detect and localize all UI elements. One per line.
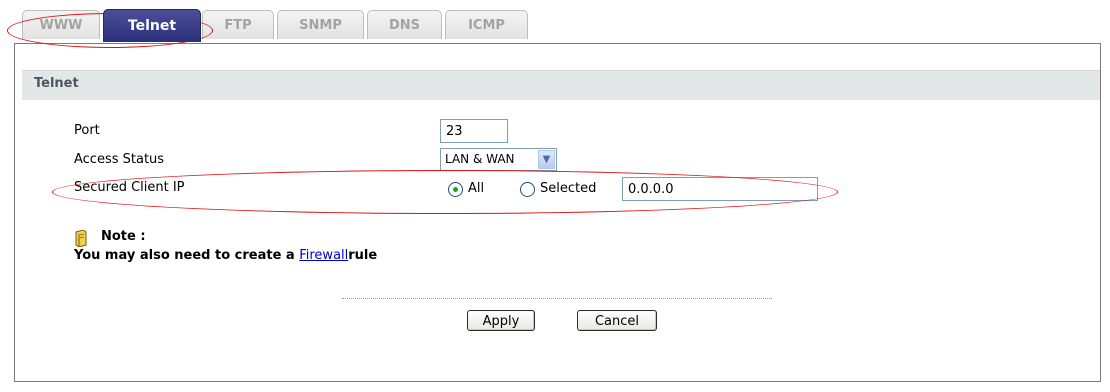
tab-snmp-label: SNMP	[299, 18, 342, 33]
tab-snmp[interactable]: SNMP	[277, 10, 364, 39]
tab-telnet-label: Telnet	[127, 18, 177, 34]
port-label: Port	[74, 123, 100, 138]
apply-button[interactable]: Apply	[467, 310, 535, 331]
radio-all[interactable]	[448, 182, 463, 197]
secured-client-ip-label: Secured Client IP	[74, 180, 185, 195]
tab-www[interactable]: WWW	[22, 10, 100, 39]
firewall-link[interactable]: Firewall	[299, 248, 348, 263]
note-text: You may also need to create a Firewallru…	[74, 248, 377, 263]
section-header	[22, 70, 1100, 100]
chevron-down-icon[interactable]: ▼	[538, 150, 555, 169]
ip-address-input[interactable]	[622, 177, 818, 201]
tab-dns[interactable]: DNS	[367, 10, 442, 39]
radio-all-selected-dot	[453, 187, 458, 192]
radio-selected-label: Selected	[540, 181, 597, 196]
note-text-after: rule	[348, 248, 378, 263]
tab-icmp-label: ICMP	[468, 18, 505, 33]
port-input[interactable]	[440, 119, 508, 143]
section-title: Telnet	[34, 76, 79, 91]
cancel-button[interactable]: Cancel	[577, 310, 657, 331]
access-status-label: Access Status	[74, 152, 165, 167]
radio-selected[interactable]	[520, 182, 535, 197]
tab-dns-label: DNS	[388, 18, 421, 33]
note-book-icon	[75, 230, 87, 247]
note-title: Note :	[101, 229, 146, 244]
radio-all-label: All	[468, 181, 485, 196]
tab-www-label: WWW	[39, 18, 83, 33]
tab-ftp-label: FTP	[224, 18, 252, 33]
tab-icmp[interactable]: ICMP	[445, 10, 528, 39]
access-status-select[interactable]: LAN & WAN ▼	[440, 148, 557, 171]
tab-ftp[interactable]: FTP	[202, 10, 274, 39]
note-text-before: You may also need to create a	[74, 248, 300, 263]
tab-telnet[interactable]: Telnet	[103, 9, 201, 42]
separator	[342, 298, 772, 299]
access-status-value: LAN & WAN	[445, 152, 515, 166]
